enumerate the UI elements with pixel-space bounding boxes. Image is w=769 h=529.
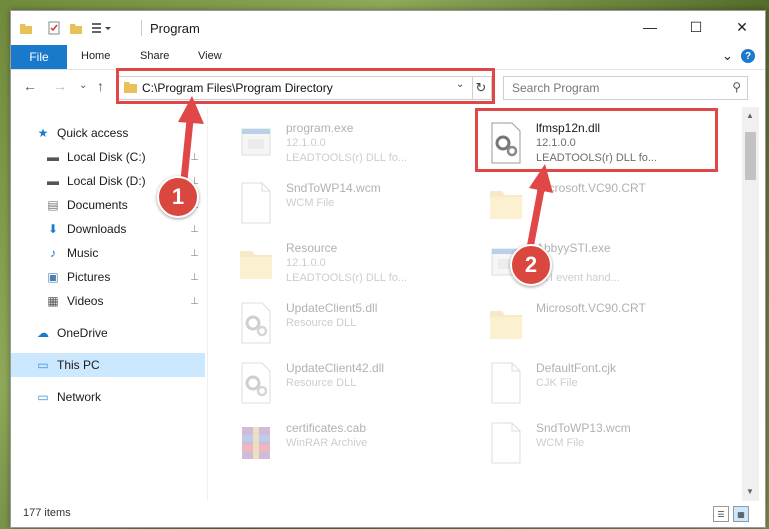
annotation-arrows	[178, 96, 553, 252]
step-2-badge: 2	[510, 244, 552, 286]
arrow-2	[526, 164, 553, 252]
step-1-badge: 1	[157, 176, 199, 218]
arrow-1	[178, 96, 204, 184]
